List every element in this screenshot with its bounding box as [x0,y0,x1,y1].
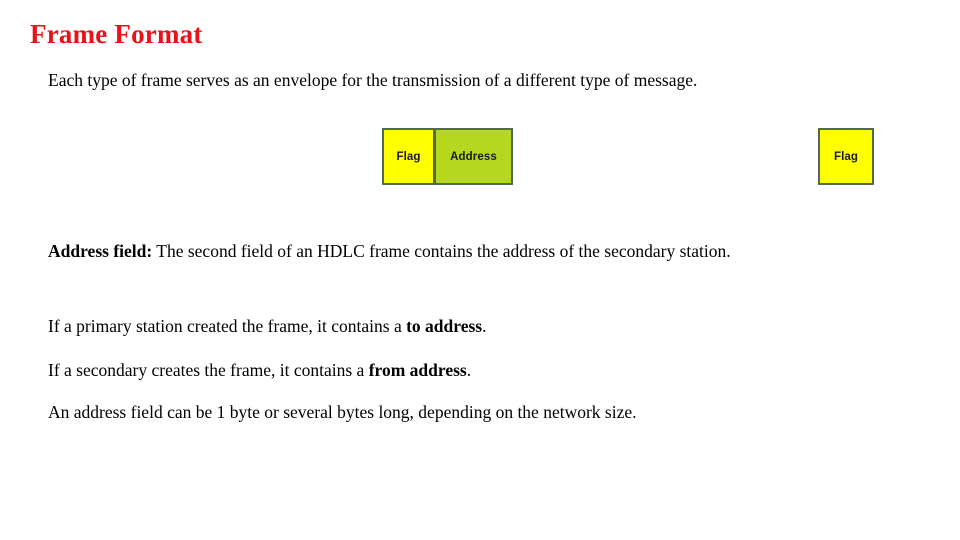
frame-field-flag-start-label: Flag [396,150,421,163]
secondary-text-before: If a secondary creates the frame, it con… [48,360,369,380]
page-title: Frame Format [30,19,203,49]
secondary-station-paragraph: If a secondary creates the frame, it con… [48,354,914,388]
secondary-text-after: . [466,360,472,380]
secondary-emphasis: from address [368,360,467,380]
primary-text-after: . [482,316,487,336]
primary-station-paragraph: If a primary station created the frame, … [48,310,914,344]
frame-field-flag-start: Flag [382,128,435,185]
address-field-paragraph: Address field: The second field of an HD… [48,235,914,269]
address-length-text: An address field can be 1 byte or severa… [48,402,637,422]
intro-paragraph: Each type of frame serves as an envelope… [48,64,914,98]
frame-field-flag-end: Flag [818,128,874,185]
slide-canvas: Frame Format Each type of frame serves a… [0,0,960,540]
intro-text: Each type of frame serves as an envelope… [48,70,698,90]
frame-field-flag-end-label: Flag [833,150,859,163]
address-field-lead: Address field: [48,241,153,261]
frame-field-address-label: Address [450,150,497,163]
frame-field-address: Address [434,128,513,185]
primary-emphasis: to address [406,316,483,336]
address-length-paragraph: An address field can be 1 byte or severa… [48,396,914,430]
primary-text-before: If a primary station created the frame, … [48,316,407,336]
address-field-rest: The second field of an HDLC frame contai… [152,241,731,261]
